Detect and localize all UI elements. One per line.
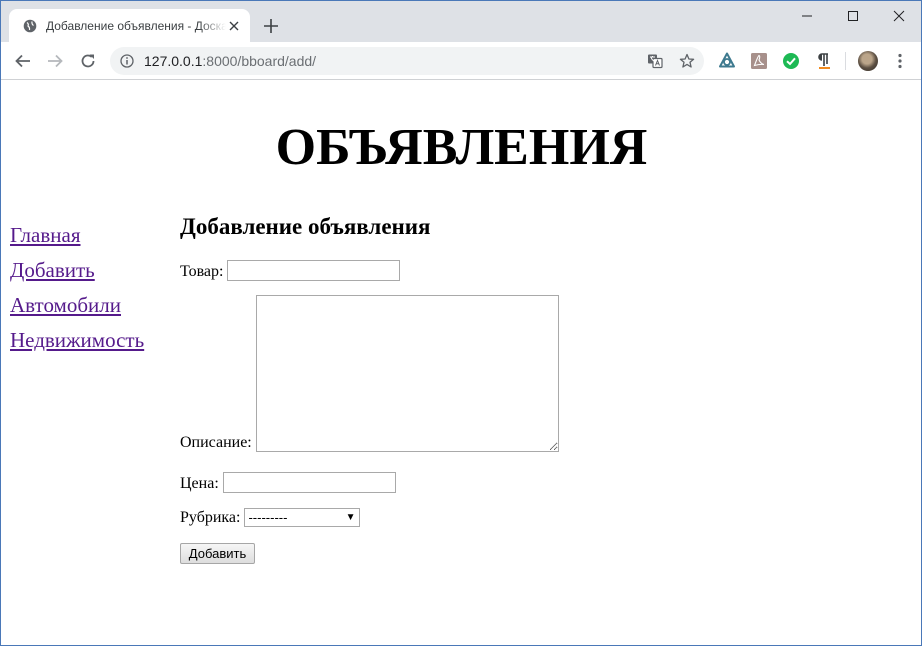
- content-label: Описание:: [180, 434, 252, 451]
- nav-link-add[interactable]: Добавить: [10, 258, 144, 282]
- pilcrow-extension-icon[interactable]: [814, 52, 832, 70]
- close-window-button[interactable]: [876, 1, 921, 31]
- tab-strip: Добавление объявления - Доска объявлений: [1, 0, 921, 43]
- info-icon[interactable]: [120, 54, 134, 68]
- content-row: Описание:: [180, 295, 780, 452]
- nav-link-main[interactable]: Главная: [10, 223, 144, 247]
- maximize-icon: [848, 11, 858, 21]
- add-form-section: Добавление объявления Товар: Описание: Ц…: [180, 214, 780, 564]
- reload-icon[interactable]: [78, 51, 98, 71]
- web-page: ОБЪЯВЛЕНИЯ Главная Добавить Автомобили Н…: [1, 81, 921, 645]
- star-icon[interactable]: [679, 53, 695, 69]
- close-tab-icon[interactable]: [227, 19, 241, 33]
- pdf-extension-icon[interactable]: [750, 52, 768, 70]
- check-extension-icon[interactable]: [782, 52, 800, 70]
- back-icon[interactable]: [13, 51, 33, 71]
- url-host: 127.0.0.1: [144, 53, 203, 69]
- rubric-row: Рубрика: --------- ▼: [180, 507, 780, 527]
- close-icon: [893, 10, 905, 22]
- submit-button[interactable]: Добавить: [180, 543, 255, 564]
- toolbar-separator: [845, 52, 846, 70]
- browser-window: Добавление объявления - Доска объявлений: [0, 0, 922, 646]
- site-title: ОБЪЯВЛЕНИЯ: [275, 119, 648, 176]
- title-input[interactable]: [227, 260, 401, 281]
- tab-title: Добавление объявления - Доска объявлений: [46, 19, 226, 33]
- globe-icon: [23, 19, 37, 33]
- form-heading: Добавление объявления: [180, 214, 431, 239]
- avatar[interactable]: [858, 51, 878, 71]
- new-tab-plus-icon[interactable]: [262, 17, 280, 35]
- dropdown-arrow-icon: ▼: [345, 512, 356, 523]
- rubric-selected-value: ---------: [248, 510, 288, 525]
- url-text: 127.0.0.1:8000/bboard/add/: [144, 53, 316, 69]
- nav-link-realty[interactable]: Недвижимость: [10, 328, 144, 352]
- extension-drop-icon[interactable]: [718, 52, 736, 70]
- price-row: Цена:: [180, 471, 780, 493]
- maximize-button[interactable]: [830, 1, 876, 31]
- price-label: Цена:: [180, 475, 219, 492]
- content-textarea[interactable]: [255, 295, 559, 452]
- price-input[interactable]: [222, 472, 396, 493]
- rubric-select[interactable]: --------- ▼: [244, 508, 361, 527]
- side-navigation: Главная Добавить Автомобили Недвижимость: [10, 223, 144, 363]
- active-tab[interactable]: Добавление объявления - Доска объявлений: [9, 9, 250, 43]
- address-bar[interactable]: 127.0.0.1:8000/bboard/add/: [110, 47, 704, 75]
- url-path: :8000/bboard/add/: [202, 53, 317, 69]
- minimize-icon: [802, 15, 812, 17]
- menu-icon[interactable]: [894, 52, 906, 70]
- title-label: Товар:: [180, 263, 224, 280]
- rubric-label: Рубрика:: [180, 509, 241, 526]
- nav-link-cars[interactable]: Автомобили: [10, 293, 144, 317]
- forward-icon[interactable]: [45, 51, 65, 71]
- title-row: Товар:: [180, 259, 780, 281]
- minimize-button[interactable]: [784, 1, 830, 31]
- translate-icon[interactable]: [647, 53, 663, 69]
